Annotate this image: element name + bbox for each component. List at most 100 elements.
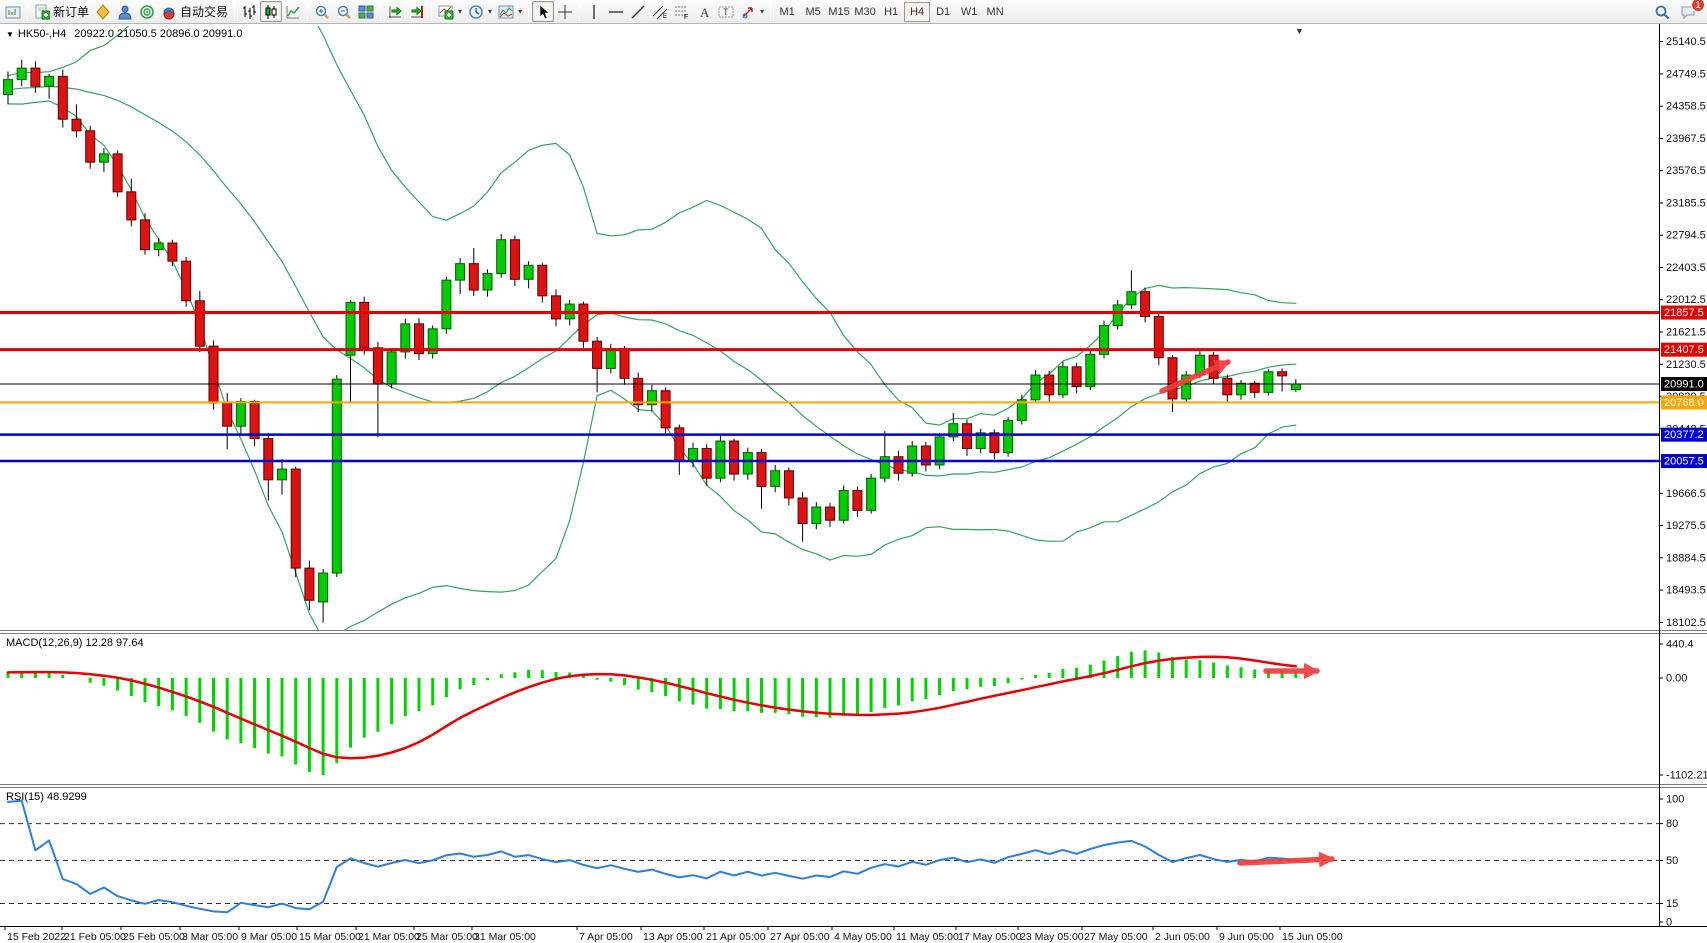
macd-axis-label: -1102.21 (1666, 770, 1707, 782)
trendline-button[interactable] (627, 1, 649, 22)
channel-button[interactable]: E (649, 1, 671, 22)
candle (510, 236, 519, 286)
indicators-button[interactable]: ▾ (435, 1, 465, 22)
timeframe-mn-button[interactable]: MN (982, 2, 1008, 22)
candle (935, 433, 944, 469)
horizontal-line-button[interactable] (605, 1, 627, 22)
main-toolbar: 新订单 自动交易 ▾ ▾ ▾ EFAT ▾ M1M5M15M30H1H4D1W1MN 1 (0, 0, 1707, 24)
price-tick-label: 18493.5 (1666, 585, 1706, 597)
price-level-chip: 20057.5 (1661, 454, 1707, 468)
candle (1182, 371, 1191, 403)
trendline-icon (630, 4, 646, 20)
dropdown-caret-icon[interactable]: ▾ (760, 7, 764, 16)
time-tick-label: 17 May 05:00 (958, 931, 1022, 943)
data-window-button[interactable] (114, 1, 136, 22)
candle (141, 213, 150, 254)
chart-area[interactable]: 25140.524749.524358.523967.523576.523185… (0, 24, 1707, 943)
candle (1058, 362, 1067, 398)
new-order-button[interactable]: 新订单 (31, 1, 92, 22)
time-tick-label: 15 Feb 2022 (7, 931, 66, 943)
timeframe-h1-button[interactable]: H1 (878, 2, 904, 22)
candle (415, 318, 424, 360)
cursor-button[interactable] (532, 1, 554, 22)
symbol-period-label: HK50-,H4 (18, 28, 66, 40)
timeframe-m1-button[interactable]: M1 (774, 2, 800, 22)
price-tick-label: 21621.5 (1666, 327, 1706, 339)
svg-text:20991.0: 20991.0 (1664, 379, 1704, 391)
timeframe-m15-button[interactable]: M15 (826, 2, 852, 22)
toolbar-separator (234, 3, 235, 21)
chart-background (0, 24, 1707, 943)
timeframe-w1-button[interactable]: W1 (956, 2, 982, 22)
timeframe-m30-button[interactable]: M30 (852, 2, 878, 22)
candle (387, 349, 396, 389)
candle (1154, 312, 1163, 365)
toolbar-separator (528, 3, 529, 21)
label-button[interactable]: T (715, 1, 737, 22)
periods-button[interactable]: ▾ (465, 1, 495, 22)
fibo-icon: F (674, 4, 690, 20)
price-tick-label: 19666.5 (1666, 488, 1706, 500)
price-tick-label: 19275.5 (1666, 520, 1706, 532)
timeframe-d1-button[interactable]: D1 (930, 2, 956, 22)
time-tick-label: 15 Jun 05:00 (1282, 931, 1343, 943)
fibonacci-button[interactable]: F (671, 1, 693, 22)
indicators-icon (438, 4, 454, 20)
zoom-out-button[interactable] (333, 1, 355, 22)
price-tick-label: 23576.5 (1666, 165, 1706, 177)
candle (442, 277, 451, 334)
new-order-icon (34, 4, 50, 20)
crosshair-button[interactable] (554, 1, 576, 22)
market-watch-button[interactable] (92, 1, 114, 22)
candle (1031, 370, 1040, 403)
price-tick-label: 23185.5 (1666, 197, 1706, 209)
text-button[interactable]: A (693, 1, 715, 22)
bar-chart-button[interactable] (238, 1, 260, 22)
tile-windows-button[interactable] (355, 1, 377, 22)
toolbar-separator (770, 3, 771, 21)
candlestick-chart-button[interactable] (260, 1, 282, 22)
price-tick-label: 18884.5 (1666, 552, 1706, 564)
search-icon (1654, 4, 1670, 20)
price-level-chip: 20991.0 (1661, 377, 1707, 391)
tile-icon (358, 4, 374, 20)
search-button[interactable] (1651, 1, 1673, 22)
chart-shift-marker[interactable]: ▼ (1295, 26, 1304, 36)
svg-text:20057.5: 20057.5 (1664, 456, 1704, 468)
price-tick-label: 22794.5 (1666, 230, 1706, 242)
chart-window-button[interactable] (2, 1, 24, 22)
time-tick-label: 21 Apr 05:00 (706, 931, 766, 943)
time-tick-label: 31 Mar 05:00 (474, 931, 536, 943)
chart-shift-button[interactable] (406, 1, 428, 22)
time-tick-label: 7 Apr 05:00 (579, 931, 633, 943)
dropdown-caret-icon[interactable]: ▾ (518, 7, 522, 16)
vertical-line-button[interactable] (583, 1, 605, 22)
time-tick-label: 21 Mar 05:00 (358, 931, 420, 943)
hline-icon (608, 4, 624, 20)
timeframe-m5-button[interactable]: M5 (800, 2, 826, 22)
notifications-button[interactable]: 1 (1677, 1, 1699, 22)
time-tick-label: 15 Mar 05:00 (299, 931, 361, 943)
price-tick-label: 22012.5 (1666, 294, 1706, 306)
candle (730, 439, 739, 481)
autotrading-button[interactable]: 自动交易 (158, 1, 231, 22)
price-tick-label: 24358.5 (1666, 101, 1706, 113)
candle (1100, 321, 1109, 359)
shapes-button[interactable]: ▾ (737, 1, 767, 22)
candle (182, 257, 191, 307)
symbol-dropdown-icon[interactable]: ▼ (6, 30, 14, 39)
rsi-axis-label: 0 (1666, 917, 1672, 929)
candle (250, 400, 259, 446)
templates-button[interactable]: ▾ (495, 1, 525, 22)
dropdown-caret-icon[interactable]: ▾ (458, 7, 462, 16)
zoom-in-button[interactable] (311, 1, 333, 22)
line-chart-button[interactable] (282, 1, 304, 22)
svg-text:T: T (723, 7, 729, 17)
crosshair-icon (557, 4, 573, 20)
macd-axis-label: 0.00 (1666, 673, 1687, 685)
timeframe-h4-button[interactable]: H4 (904, 2, 930, 22)
signals-button[interactable] (136, 1, 158, 22)
auto-scroll-button[interactable] (384, 1, 406, 22)
price-tick-label: 18102.5 (1666, 617, 1706, 629)
dropdown-caret-icon[interactable]: ▾ (488, 7, 492, 16)
